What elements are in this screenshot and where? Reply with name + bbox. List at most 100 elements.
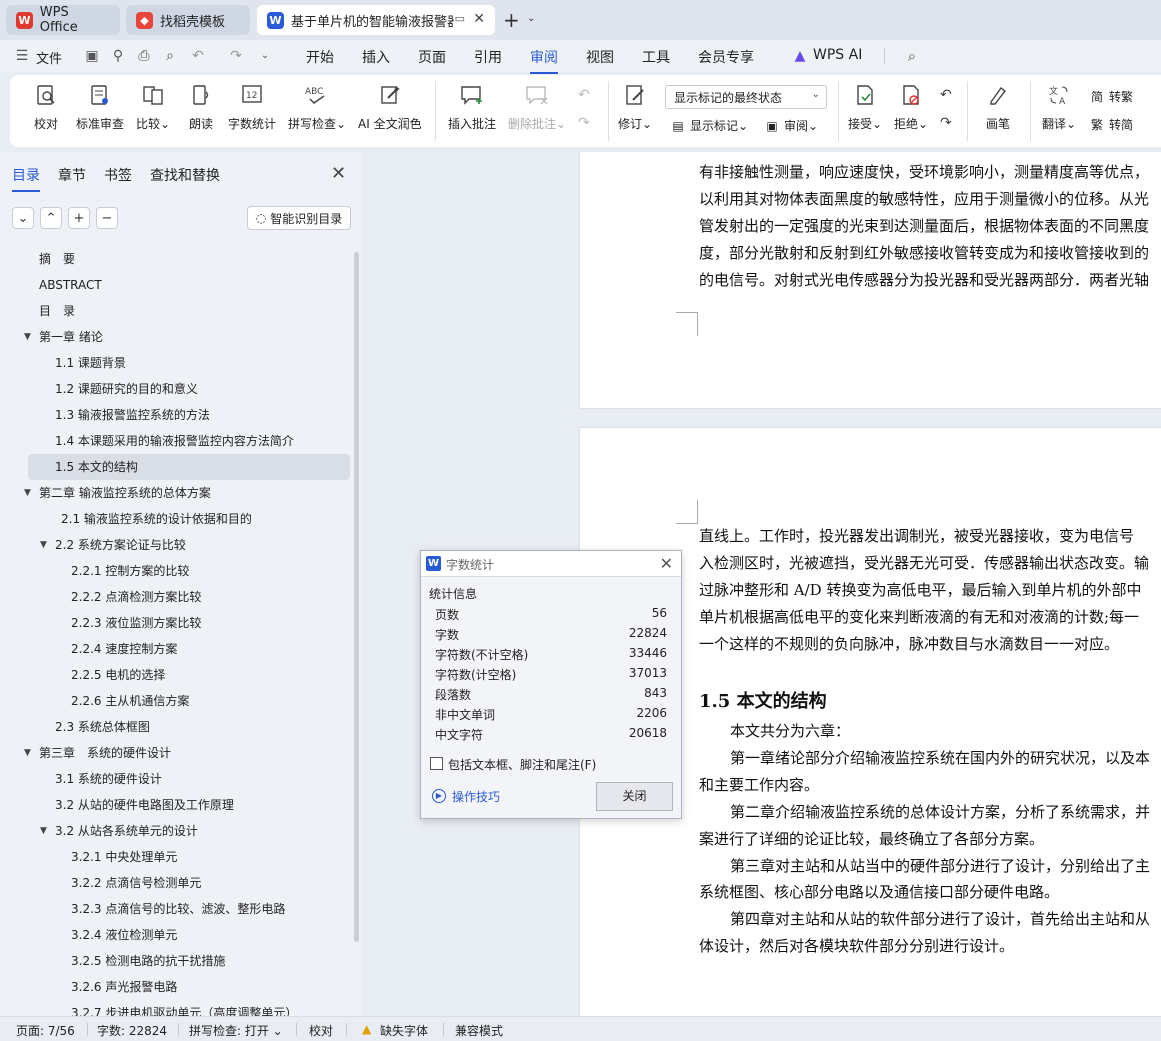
ai-polish-button[interactable]: AI 全文润色 — [358, 81, 422, 132]
next-comment-icon[interactable]: ↷ — [578, 115, 590, 131]
search-icon[interactable]: ⌕ — [904, 48, 920, 64]
to-traditional-button[interactable]: 简转繁 — [1089, 88, 1133, 105]
tab-bookmarks[interactable]: 书签 — [104, 165, 132, 185]
toc-item[interactable]: ▼ 2.2 系统方案论证与比较 — [0, 532, 352, 558]
toc-item[interactable]: 3.2.5 检测电路的抗干扰措施 — [0, 948, 352, 974]
toc-item[interactable]: 2.2.1 控制方案的比较 — [0, 558, 352, 584]
menu-file[interactable]: 文件 — [36, 48, 62, 67]
include-textboxes-checkbox[interactable] — [430, 757, 443, 770]
chevron-down-icon[interactable]: ⌄ — [527, 13, 535, 24]
menu-tools[interactable]: 工具 — [642, 47, 670, 67]
menu-review[interactable]: 审阅 — [530, 47, 558, 74]
previous-change-icon[interactable]: ↶ — [940, 87, 952, 103]
word-count-indicator[interactable]: 字数: 22824 — [97, 1022, 167, 1039]
menu-references[interactable]: 引用 — [474, 47, 502, 67]
expand-triangle-icon[interactable]: ▼ — [24, 324, 31, 350]
proof-indicator[interactable]: 校对 — [309, 1022, 333, 1039]
ink-button[interactable]: 画笔 — [984, 81, 1012, 132]
menu-page[interactable]: 页面 — [418, 47, 446, 67]
previous-comment-icon[interactable]: ↶ — [578, 87, 590, 103]
tips-link[interactable]: 操作技巧 — [452, 788, 500, 805]
collapse-all-button[interactable]: ⌃ — [40, 207, 62, 229]
missing-font-indicator[interactable]: 缺失字体 — [380, 1022, 428, 1039]
delete-comment-button[interactable]: 删除批注⌄ — [508, 81, 566, 132]
read-aloud-button[interactable]: 朗读 — [187, 81, 215, 132]
wps-ai-icon[interactable]: ▲ — [792, 48, 808, 64]
word-count-button[interactable]: 12 字数统计 — [228, 81, 276, 132]
tab-document[interactable]: W 基于单片机的智能输液报警器 ▭ ✕ — [257, 5, 495, 35]
expand-triangle-icon[interactable]: ▼ — [40, 532, 47, 558]
monitor-icon[interactable]: ▭ — [455, 12, 465, 25]
toc-item[interactable]: 目 录 — [0, 298, 352, 324]
toc-item[interactable]: 3.2.2 点滴信号检测单元 — [0, 870, 352, 896]
insert-comment-button[interactable]: 插入批注 — [448, 81, 496, 132]
smart-toc-button[interactable]: ◌ 智能识别目录 — [247, 206, 351, 230]
toc-item[interactable]: 3.1 系统的硬件设计 — [0, 766, 352, 792]
toc-item[interactable]: 3.2.3 点滴信号的比较、滤波、整形电路 — [0, 896, 352, 922]
toc-item[interactable]: 1.2 课题研究的目的和意义 — [0, 376, 352, 402]
new-tab-icon[interactable]: + — [503, 8, 520, 32]
spell-check-indicator[interactable]: 拼写检查: 打开 ⌄ — [189, 1022, 283, 1039]
toc-item[interactable]: ABSTRACT — [0, 272, 352, 298]
close-icon[interactable]: ✕ — [473, 11, 485, 27]
toc-item[interactable]: 2.2.6 主从机通信方案 — [0, 688, 352, 714]
review-pane-button[interactable]: ▣ 审阅 ⌄ — [764, 117, 818, 134]
expand-triangle-icon[interactable]: ▼ — [24, 740, 31, 766]
print-preview-icon[interactable]: ⌕ — [162, 48, 178, 64]
compare-button[interactable]: 比较⌄ — [136, 81, 170, 132]
toc-item[interactable]: ▼ 第二章 输液监控系统的总体方案 — [0, 480, 352, 506]
close-icon[interactable]: ✕ — [660, 554, 673, 573]
menu-view[interactable]: 视图 — [586, 47, 614, 67]
undo-icon[interactable]: ↶ — [190, 48, 206, 64]
print-icon[interactable]: ⎙ — [136, 48, 152, 64]
toc-item[interactable]: 3.2.6 声光报警电路 — [0, 974, 352, 1000]
next-change-icon[interactable]: ↷ — [940, 115, 952, 131]
toc-item[interactable]: 3.2 从站的硬件电路图及工作原理 — [0, 792, 352, 818]
menu-home[interactable]: 开始 — [306, 47, 334, 67]
chevron-down-icon[interactable]: ⌄ — [257, 48, 273, 64]
expand-triangle-icon[interactable]: ▼ — [40, 818, 47, 844]
markup-mode-select[interactable]: 显示标记的最终状态 ⌄ — [665, 85, 827, 109]
toc-item[interactable]: 2.2.4 速度控制方案 — [0, 636, 352, 662]
proofread-button[interactable]: 校对 — [32, 81, 60, 132]
toc-item[interactable]: 摘 要 — [0, 246, 352, 272]
toc-item[interactable]: 3.2.4 液位检测单元 — [0, 922, 352, 948]
toc-item[interactable]: 1.4 本课题采用的输液报警监控内容方法简介 — [0, 428, 352, 454]
close-button[interactable]: 关闭 — [596, 782, 673, 811]
expand-all-button[interactable]: ⌄ — [12, 207, 34, 229]
tab-sections[interactable]: 章节 — [58, 165, 86, 185]
toc-item[interactable]: ▼ 第三章 系统的硬件设计 — [0, 740, 352, 766]
toc-item[interactable]: 2.2.2 点滴检测方案比较 — [0, 584, 352, 610]
reject-button[interactable]: 拒绝⌄ — [894, 81, 928, 132]
revise-button[interactable]: 修订⌄ — [618, 81, 652, 132]
to-simplified-button[interactable]: 繁转简 — [1089, 116, 1133, 133]
standard-review-button[interactable]: 标准审查 — [76, 81, 124, 132]
tab-wps-office[interactable]: W WPS Office — [6, 5, 120, 35]
toc-item[interactable]: 2.3 系统总体框图 — [0, 714, 352, 740]
tab-toc[interactable]: 目录 — [12, 165, 40, 192]
expand-triangle-icon[interactable]: ▼ — [24, 480, 31, 506]
redo-icon[interactable]: ↷ — [228, 48, 244, 64]
toc-item[interactable]: 2.1 输液监控系统的设计依据和目的 — [0, 506, 352, 532]
play-icon[interactable]: ▶ — [432, 789, 446, 803]
save-icon[interactable]: ▣ — [84, 48, 100, 64]
toc-item[interactable]: 2.2.5 电机的选择 — [0, 662, 352, 688]
page-indicator[interactable]: 页面: 7/56 — [16, 1022, 75, 1039]
show-markup-button[interactable]: ▤ 显示标记 ⌄ — [670, 117, 748, 134]
spell-check-button[interactable]: ABC 拼写检查⌄ — [288, 81, 346, 132]
translate-button[interactable]: 文A 翻译⌄ — [1042, 81, 1076, 132]
toc-item[interactable]: 1.5 本文的结构 — [28, 454, 350, 480]
toc-item[interactable]: ▼ 3.2 从站各系统单元的设计 — [0, 818, 352, 844]
toc-item[interactable]: ▼ 第一章 绪论 — [0, 324, 352, 350]
menu-wps-ai[interactable]: WPS AI — [813, 47, 862, 63]
tab-find-replace[interactable]: 查找和替换 — [150, 165, 220, 185]
toc-item[interactable]: 2.2.3 液位监测方案比较 — [0, 610, 352, 636]
toc-item[interactable]: 3.2.1 中央处理单元 — [0, 844, 352, 870]
menu-insert[interactable]: 插入 — [362, 47, 390, 67]
link-icon[interactable]: ⚲ — [110, 48, 126, 64]
tab-docer[interactable]: ◆ 找稻壳模板 — [126, 5, 250, 35]
accept-button[interactable]: 接受⌄ — [848, 81, 882, 132]
menu-membership[interactable]: 会员专享 — [698, 47, 754, 67]
add-heading-button[interactable]: + — [68, 207, 90, 229]
scrollbar[interactable] — [354, 252, 359, 942]
